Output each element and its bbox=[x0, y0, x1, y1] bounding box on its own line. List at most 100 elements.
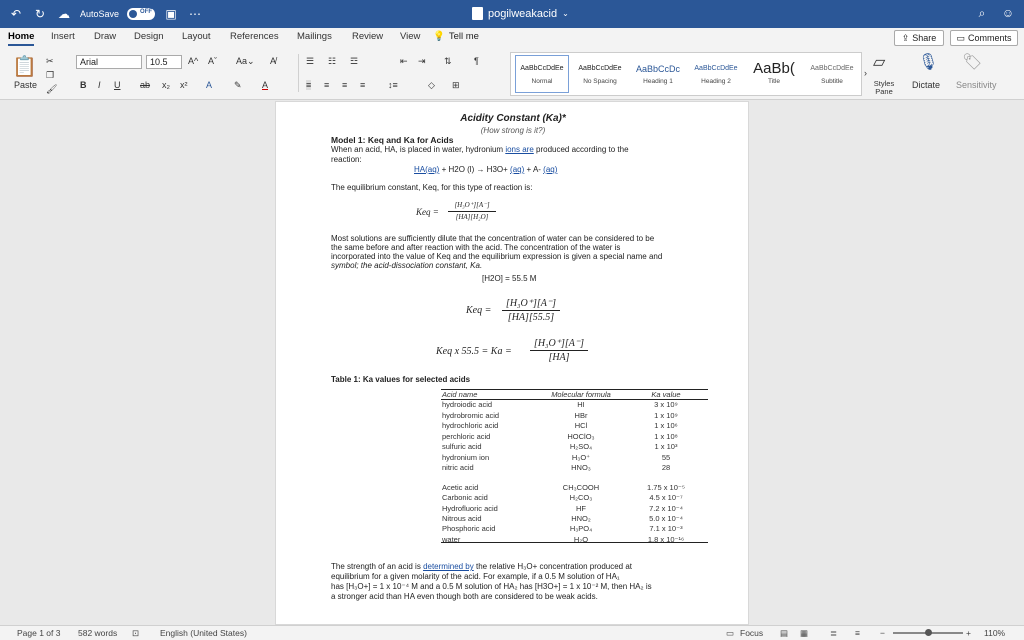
justify-icon[interactable]: ≡ bbox=[360, 80, 365, 90]
tab-home[interactable]: Home bbox=[8, 31, 35, 46]
autosave-toggle[interactable]: OFF bbox=[127, 8, 156, 20]
weak-acid-formula: HF bbox=[576, 503, 586, 513]
keq-denominator: [HA][H₂O] bbox=[455, 213, 489, 221]
grow-font-icon[interactable]: A^ bbox=[188, 56, 198, 66]
change-case-icon[interactable]: Aa⌄ bbox=[236, 56, 255, 67]
sort-icon[interactable]: ⇅ bbox=[444, 56, 452, 67]
decrease-indent-icon[interactable]: ⇤ bbox=[400, 56, 408, 67]
sensitivity-label: Sensitivity bbox=[956, 80, 997, 90]
strikethrough-icon[interactable]: ab bbox=[140, 80, 150, 90]
document-page[interactable]: Acidity Constant (Ka)* (How strong is it… bbox=[275, 101, 749, 625]
tab-insert[interactable]: Insert bbox=[51, 31, 75, 42]
line-spacing-icon[interactable]: ↕≡ bbox=[388, 80, 398, 90]
copy-icon[interactable]: ❐ bbox=[46, 70, 54, 81]
weak-acid-formula: H₃PO₄ bbox=[569, 524, 593, 534]
strong-acid-formula: H₃O⁺ bbox=[571, 452, 591, 462]
tell-me-search[interactable]: 💡 Tell me bbox=[433, 31, 479, 42]
format-painter-icon[interactable]: 🖌 bbox=[46, 84, 57, 95]
smiley-icon[interactable]: ☺ bbox=[1000, 5, 1016, 21]
proofing-icon[interactable]: ⊡ bbox=[132, 628, 139, 639]
print-layout-icon[interactable]: ▤ bbox=[780, 628, 788, 639]
zoom-in-icon[interactable]: + bbox=[966, 628, 971, 638]
style-normal[interactable]: AaBbCcDdEe Normal bbox=[515, 55, 569, 93]
more-icon[interactable]: ⋯ bbox=[187, 6, 203, 22]
font-size-select[interactable]: 10.5 bbox=[146, 55, 182, 69]
save-icon[interactable]: ▣ bbox=[163, 6, 179, 22]
bold-icon[interactable]: B bbox=[80, 80, 87, 90]
tab-review[interactable]: Review bbox=[352, 31, 383, 42]
language[interactable]: English (United States) bbox=[160, 628, 247, 638]
tab-draw[interactable]: Draw bbox=[94, 31, 116, 42]
paste-label: Paste bbox=[14, 80, 38, 90]
word-count[interactable]: 582 words bbox=[78, 628, 117, 638]
increase-indent-icon[interactable]: ⇥ bbox=[418, 56, 426, 67]
share-button[interactable]: ⇪ Share bbox=[894, 30, 944, 46]
styles-pane-icon[interactable]: ▱ bbox=[873, 52, 885, 72]
weak-acid-ka: 5.0 x 10⁻⁴ bbox=[649, 513, 683, 523]
eq3-label: Keq x 55.5 = Ka = bbox=[436, 346, 512, 357]
paste-icon[interactable]: 📋 bbox=[12, 54, 37, 79]
comments-button[interactable]: ▭ Comments bbox=[950, 30, 1018, 46]
page-count[interactable]: Page 1 of 3 bbox=[17, 628, 60, 638]
tab-design[interactable]: Design bbox=[134, 31, 164, 42]
pilcrow-icon[interactable]: ¶ bbox=[474, 56, 479, 66]
tab-layout[interactable]: Layout bbox=[182, 31, 211, 42]
shading-icon[interactable]: ◇ bbox=[428, 80, 435, 91]
zoom-slider-handle[interactable] bbox=[925, 629, 932, 636]
strong-acid-formula: HBr bbox=[574, 410, 588, 420]
clear-format-icon[interactable]: A̸ bbox=[270, 56, 276, 66]
style-title[interactable]: AaBb(Title bbox=[747, 55, 801, 93]
align-left-icon[interactable]: ≡ bbox=[306, 80, 312, 90]
bullets-icon[interactable]: ☰ bbox=[306, 56, 314, 67]
paragraph-2: The equilibrium constant, Keq, for this … bbox=[331, 183, 533, 192]
numbering-icon[interactable]: ☷ bbox=[328, 56, 336, 67]
doc-title: Acidity Constant (Ka)* bbox=[460, 113, 566, 124]
save-cloud-icon[interactable]: ☁ bbox=[56, 6, 72, 22]
sensitivity-icon[interactable]: 🏷 bbox=[962, 52, 982, 72]
strong-acid-ka: 1 x 10⁶ bbox=[654, 421, 678, 430]
zoom-out-icon[interactable]: − bbox=[880, 628, 885, 638]
focus-label[interactable]: Focus bbox=[740, 628, 763, 638]
microphone-icon[interactable]: 🎙 bbox=[918, 52, 938, 72]
ribbon-home: 📋 Paste ✂ ❐ 🖌 Arial 10.5 A^ Aˇ Aa⌄ A̸ B … bbox=[0, 48, 1024, 100]
eq2-label: Keq = bbox=[466, 305, 492, 316]
style-no-spacing[interactable]: AaBbCcDdEe No Spacing bbox=[573, 55, 627, 93]
weak-acid-formula: HNO₂ bbox=[571, 513, 591, 523]
document-title[interactable]: pogilweakacid ⌄ bbox=[472, 7, 569, 20]
keq-label: Keq = bbox=[416, 207, 439, 217]
style-subtitle[interactable]: AaBbCcDdEe Subtitle bbox=[805, 55, 859, 93]
borders-icon[interactable]: ⊞ bbox=[452, 80, 460, 91]
zoom-level[interactable]: 110% bbox=[984, 628, 1005, 638]
subscript-icon[interactable]: x₂ bbox=[162, 80, 170, 90]
strong-acid-formula: HNO₃ bbox=[571, 463, 591, 472]
redo-icon[interactable]: ↻ bbox=[32, 6, 48, 22]
share-icon: ⇪ bbox=[901, 32, 910, 43]
tab-view[interactable]: View bbox=[400, 31, 420, 42]
undo-icon[interactable]: ↶ bbox=[8, 6, 24, 22]
style-heading-2[interactable]: AaBbCcDdEe Heading 2 bbox=[689, 55, 743, 93]
draft-view-icon[interactable]: ≡ bbox=[855, 628, 860, 638]
strong-acid-name: hydroiodic acid bbox=[442, 400, 493, 409]
focus-icon[interactable]: ▭ bbox=[726, 628, 734, 639]
text-effects-icon[interactable]: A bbox=[206, 80, 212, 90]
italic-icon[interactable]: I bbox=[98, 80, 101, 90]
search-icon[interactable]: ⌕ bbox=[974, 5, 990, 21]
outline-view-icon[interactable]: ≣ bbox=[830, 628, 837, 639]
shrink-font-icon[interactable]: Aˇ bbox=[208, 56, 217, 66]
superscript-icon[interactable]: x² bbox=[180, 80, 188, 90]
align-center-icon[interactable]: ≡ bbox=[324, 80, 329, 90]
tab-references[interactable]: References bbox=[230, 31, 279, 42]
multilevel-list-icon[interactable]: ☲ bbox=[350, 56, 358, 67]
paragraph-1-cont: reaction: bbox=[331, 155, 362, 164]
highlight-icon[interactable]: ✎ bbox=[234, 80, 242, 91]
underline-icon[interactable]: U bbox=[114, 80, 121, 90]
cut-icon[interactable]: ✂ bbox=[46, 56, 54, 67]
align-right-icon[interactable]: ≡ bbox=[342, 80, 347, 90]
chevron-right-icon[interactable]: › bbox=[864, 68, 867, 78]
font-name-select[interactable]: Arial bbox=[76, 55, 142, 69]
style-heading-1[interactable]: AaBbCcDc Heading 1 bbox=[631, 55, 685, 93]
reaction-equation: HA(aq) + H2O (l) → H3O+ (aq) + A- (aq) bbox=[414, 165, 558, 174]
web-layout-icon[interactable]: ▦ bbox=[800, 628, 808, 639]
tab-mailings[interactable]: Mailings bbox=[297, 31, 332, 42]
font-color-icon[interactable]: A bbox=[262, 80, 268, 90]
